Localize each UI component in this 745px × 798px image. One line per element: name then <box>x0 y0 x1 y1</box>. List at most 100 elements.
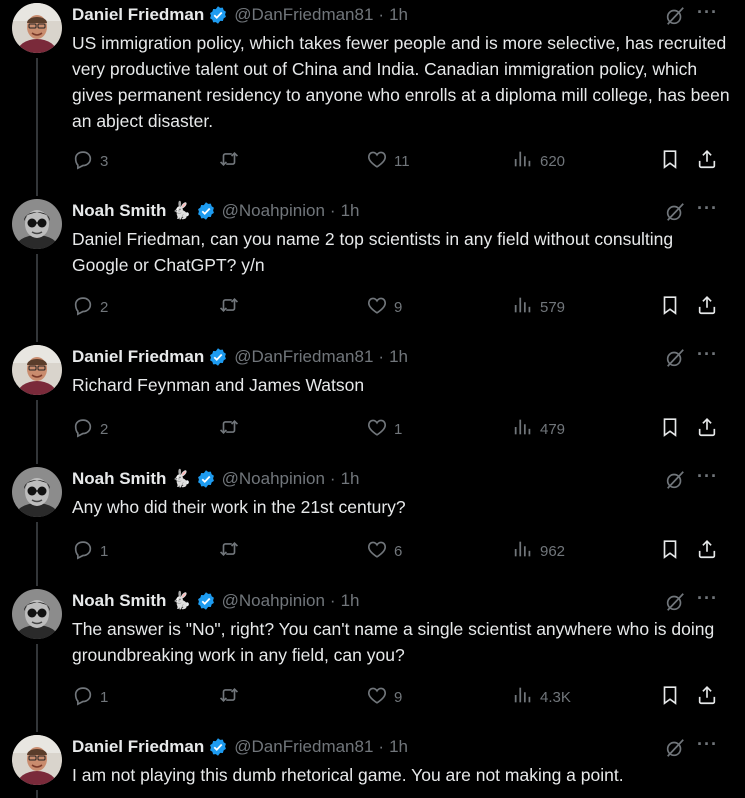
views-count: 579 <box>540 298 566 316</box>
grok-icon[interactable] <box>664 5 686 27</box>
timestamp[interactable]: 1h <box>341 591 360 611</box>
reply-button[interactable]: 2 <box>72 416 108 442</box>
author-handle[interactable]: @Noahpinion <box>222 201 325 221</box>
verified-badge-icon[interactable] <box>208 347 228 367</box>
author-name[interactable]: Daniel Friedman <box>72 347 204 367</box>
grok-icon[interactable] <box>664 737 686 759</box>
author-handle[interactable]: @DanFriedman81 <box>234 5 373 25</box>
tweet-text: Daniel Friedman, can you name 2 top scie… <box>72 229 674 275</box>
avatar[interactable] <box>12 199 62 249</box>
reply-count: 2 <box>100 420 109 438</box>
share-icon <box>696 416 718 442</box>
views-button[interactable]: 962 <box>512 538 565 564</box>
grok-icon[interactable] <box>664 469 686 491</box>
verified-badge-icon[interactable] <box>196 591 216 611</box>
reply-count: 3 <box>100 152 109 170</box>
retweet-button[interactable] <box>218 538 246 564</box>
share-button[interactable] <box>696 684 718 710</box>
bookmark-button[interactable] <box>659 538 681 564</box>
tweet[interactable]: Daniel Friedman @DanFriedman81 · 1h ··· I… <box>0 732 745 798</box>
like-button[interactable]: 6 <box>366 538 402 564</box>
share-button[interactable] <box>696 148 718 174</box>
tweet[interactable]: Daniel Friedman @DanFriedman81 · 1h ··· R… <box>0 342 745 464</box>
like-button[interactable]: 1 <box>366 416 402 442</box>
share-button[interactable] <box>696 416 718 442</box>
author-name[interactable]: Noah Smith <box>72 201 166 221</box>
separator-dot: · <box>378 5 385 24</box>
author-name[interactable]: Daniel Friedman <box>72 737 204 757</box>
like-count: 11 <box>394 152 410 170</box>
retweet-button[interactable] <box>218 294 246 320</box>
tweet-text: The answer is "No", right? You can't nam… <box>72 619 715 665</box>
reply-button[interactable]: 1 <box>72 538 108 564</box>
retweet-button[interactable] <box>218 148 246 174</box>
retweet-button[interactable] <box>218 416 246 442</box>
separator-dot: · <box>329 591 336 610</box>
more-icon[interactable]: ··· <box>697 198 718 219</box>
views-icon <box>512 148 540 174</box>
avatar[interactable] <box>12 735 62 785</box>
timestamp[interactable]: 1h <box>389 5 408 25</box>
share-button[interactable] <box>696 538 718 564</box>
bookmark-icon <box>659 294 681 320</box>
more-icon[interactable]: ··· <box>697 2 718 23</box>
tweet[interactable]: Noah Smith 🐇 @Noahpinion · 1h ··· Any who… <box>0 464 745 586</box>
avatar[interactable] <box>12 589 62 639</box>
avatar[interactable] <box>12 3 62 53</box>
grok-icon[interactable] <box>664 591 686 613</box>
separator-dot: · <box>378 737 385 756</box>
reply-button[interactable]: 3 <box>72 148 108 174</box>
share-button[interactable] <box>696 294 718 320</box>
retweet-icon <box>218 416 246 442</box>
tweet[interactable]: Noah Smith 🐇 @Noahpinion · 1h ··· The ans… <box>0 586 745 732</box>
avatar[interactable] <box>12 467 62 517</box>
verified-badge-icon[interactable] <box>196 469 216 489</box>
bookmark-button[interactable] <box>659 148 681 174</box>
share-icon <box>696 294 718 320</box>
author-handle[interactable]: @DanFriedman81 <box>234 737 373 757</box>
views-button[interactable]: 620 <box>512 148 565 174</box>
author-handle[interactable]: @DanFriedman81 <box>234 347 373 367</box>
tweet-actions: 3 11 620 <box>72 148 732 172</box>
like-button[interactable]: 11 <box>366 148 410 174</box>
tweet[interactable]: Daniel Friedman @DanFriedman81 · 1h ··· U… <box>0 0 745 196</box>
timestamp[interactable]: 1h <box>389 347 408 367</box>
verified-badge-icon[interactable] <box>208 5 228 25</box>
more-icon[interactable]: ··· <box>697 588 718 609</box>
more-icon[interactable]: ··· <box>697 466 718 487</box>
tweet[interactable]: Noah Smith 🐇 @Noahpinion · 1h ··· Daniel … <box>0 196 745 342</box>
author-name[interactable]: Noah Smith <box>72 591 166 611</box>
bookmark-button[interactable] <box>659 294 681 320</box>
more-icon[interactable]: ··· <box>697 344 718 365</box>
like-count: 6 <box>394 542 403 560</box>
avatar[interactable] <box>12 345 62 395</box>
retweet-button[interactable] <box>218 684 246 710</box>
like-button[interactable]: 9 <box>366 294 402 320</box>
timestamp[interactable]: 1h <box>341 201 360 221</box>
reply-button[interactable]: 1 <box>72 684 108 710</box>
views-button[interactable]: 479 <box>512 416 565 442</box>
reply-icon <box>72 294 100 320</box>
share-icon <box>696 538 718 564</box>
bookmark-button[interactable] <box>659 416 681 442</box>
reply-button[interactable]: 2 <box>72 294 108 320</box>
author-name[interactable]: Noah Smith <box>72 469 166 489</box>
verified-badge-icon[interactable] <box>196 201 216 221</box>
bookmark-button[interactable] <box>659 684 681 710</box>
bookmark-icon <box>659 538 681 564</box>
like-icon <box>366 538 394 564</box>
timestamp[interactable]: 1h <box>341 469 360 489</box>
retweet-icon <box>218 294 246 320</box>
author-handle[interactable]: @Noahpinion <box>222 591 325 611</box>
timestamp[interactable]: 1h <box>389 737 408 757</box>
grok-icon[interactable] <box>664 347 686 369</box>
more-icon[interactable]: ··· <box>697 734 718 755</box>
grok-icon[interactable] <box>664 201 686 223</box>
author-name[interactable]: Daniel Friedman <box>72 5 204 25</box>
retweet-icon <box>218 148 246 174</box>
views-button[interactable]: 579 <box>512 294 565 320</box>
verified-badge-icon[interactable] <box>208 737 228 757</box>
author-handle[interactable]: @Noahpinion <box>222 469 325 489</box>
views-button[interactable]: 4.3K <box>512 684 571 710</box>
like-button[interactable]: 9 <box>366 684 402 710</box>
